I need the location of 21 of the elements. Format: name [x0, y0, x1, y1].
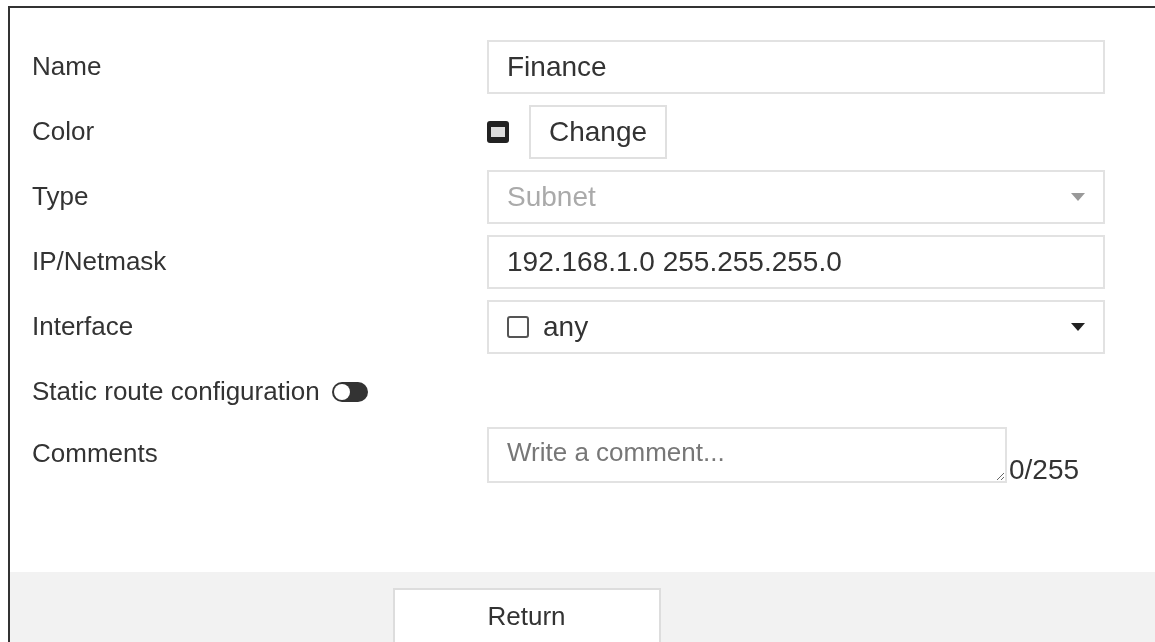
- return-button[interactable]: Return: [392, 588, 661, 642]
- dropdown-value: Subnet: [507, 180, 597, 213]
- text-field[interactable]: 192.168.1.0 255.255.255.0: [487, 234, 1105, 289]
- caret-icon: [1071, 192, 1085, 201]
- caret-icon: [1071, 322, 1085, 331]
- field-label: Static route configuration: [32, 376, 320, 407]
- character-counter: 0/255: [1009, 454, 1080, 486]
- dropdown-value: any: [543, 310, 590, 343]
- field-label: Color: [32, 116, 96, 147]
- field-label: Comments: [32, 437, 159, 469]
- dropdown[interactable]: any: [487, 299, 1105, 354]
- color-swatch-icon: [487, 120, 509, 143]
- comment-field[interactable]: Write a comment...: [487, 427, 1007, 483]
- field-label: IP/Netmask: [32, 246, 168, 277]
- field-label: Name: [32, 51, 103, 82]
- change-button[interactable]: Change: [529, 104, 668, 159]
- field-label: Type: [32, 181, 90, 212]
- field-label: Interface: [32, 311, 135, 342]
- square-icon: [507, 315, 529, 338]
- text-field[interactable]: Finance: [487, 39, 1105, 94]
- toggle-switch[interactable]: [331, 381, 368, 402]
